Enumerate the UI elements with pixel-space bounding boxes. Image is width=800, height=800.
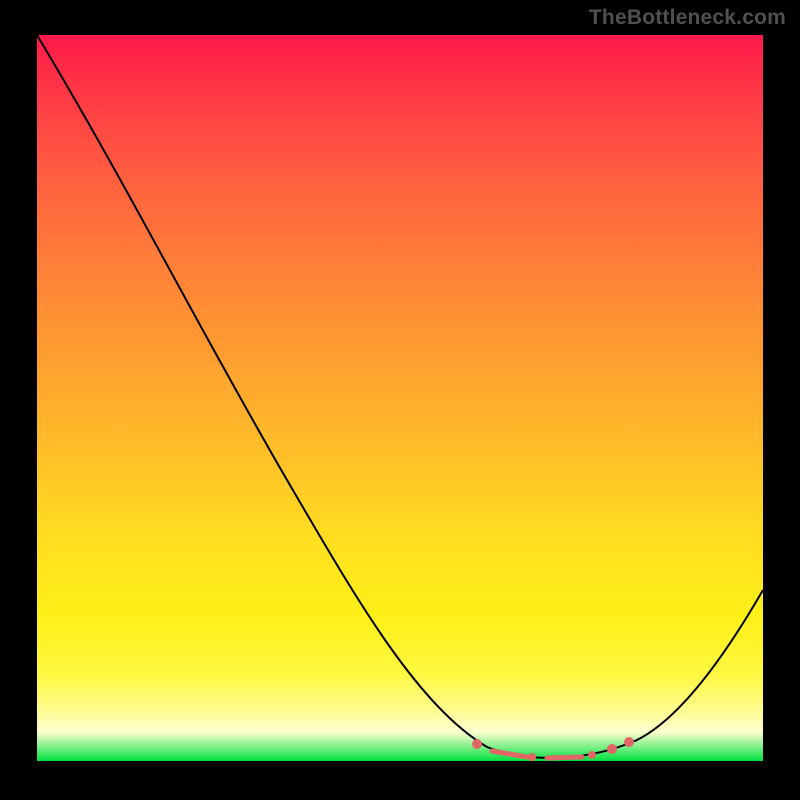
chart-plot-area bbox=[37, 35, 763, 761]
chart-svg bbox=[37, 35, 763, 761]
optimal-markers bbox=[472, 737, 634, 761]
watermark-text: TheBottleneck.com bbox=[589, 6, 786, 30]
bottleneck-curve bbox=[37, 35, 763, 758]
